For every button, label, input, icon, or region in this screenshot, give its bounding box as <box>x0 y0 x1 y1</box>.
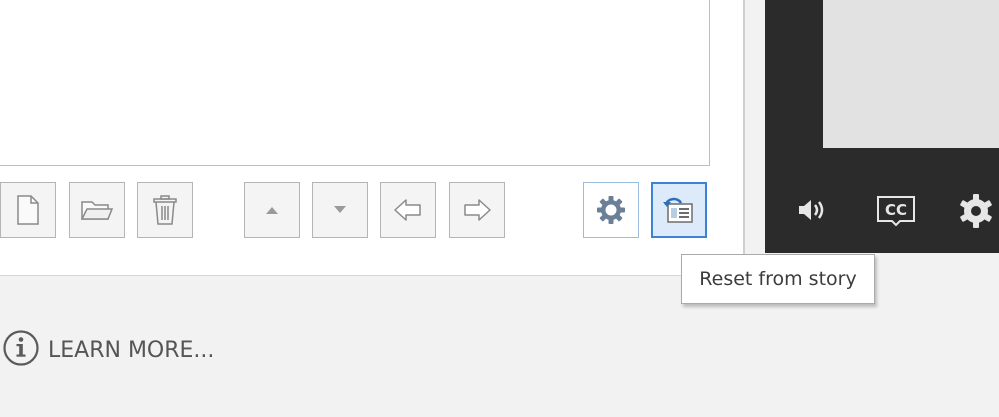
volume-button[interactable] <box>797 196 831 229</box>
player-settings-button[interactable] <box>958 193 994 234</box>
trash-icon <box>151 194 179 226</box>
panel-separator <box>743 0 745 260</box>
open-button[interactable] <box>69 182 125 238</box>
new-button[interactable] <box>0 182 56 238</box>
delete-button[interactable] <box>137 182 193 238</box>
reset-from-story-button[interactable] <box>651 182 707 238</box>
gear-icon <box>595 194 627 226</box>
settings-button[interactable] <box>583 182 639 238</box>
reset-icon <box>662 195 696 225</box>
new-file-icon <box>15 194 41 226</box>
captions-button[interactable]: CC <box>876 195 916 232</box>
section-divider <box>0 275 765 276</box>
slide-preview <box>823 0 999 148</box>
move-down-button[interactable] <box>312 182 368 238</box>
tooltip-text: Reset from story <box>699 268 857 290</box>
move-up-button[interactable] <box>244 182 300 238</box>
info-icon <box>2 329 40 372</box>
tooltip: Reset from story <box>681 254 875 304</box>
cc-label: CC <box>885 201 907 219</box>
cc-icon: CC <box>876 196 916 231</box>
player-gear-icon <box>958 194 994 233</box>
item-list[interactable] <box>0 0 710 166</box>
indent-button[interactable] <box>449 182 505 238</box>
triangle-down-icon <box>333 205 347 215</box>
folder-icon <box>80 197 114 223</box>
outdent-button[interactable] <box>380 182 436 238</box>
learn-more-label: LEARN MORE... <box>48 337 215 363</box>
arrow-right-icon <box>462 198 492 222</box>
volume-icon <box>797 200 831 228</box>
triangle-up-icon <box>265 205 279 215</box>
learn-more-link[interactable]: LEARN MORE... <box>2 329 215 372</box>
arrow-left-icon <box>393 198 423 222</box>
